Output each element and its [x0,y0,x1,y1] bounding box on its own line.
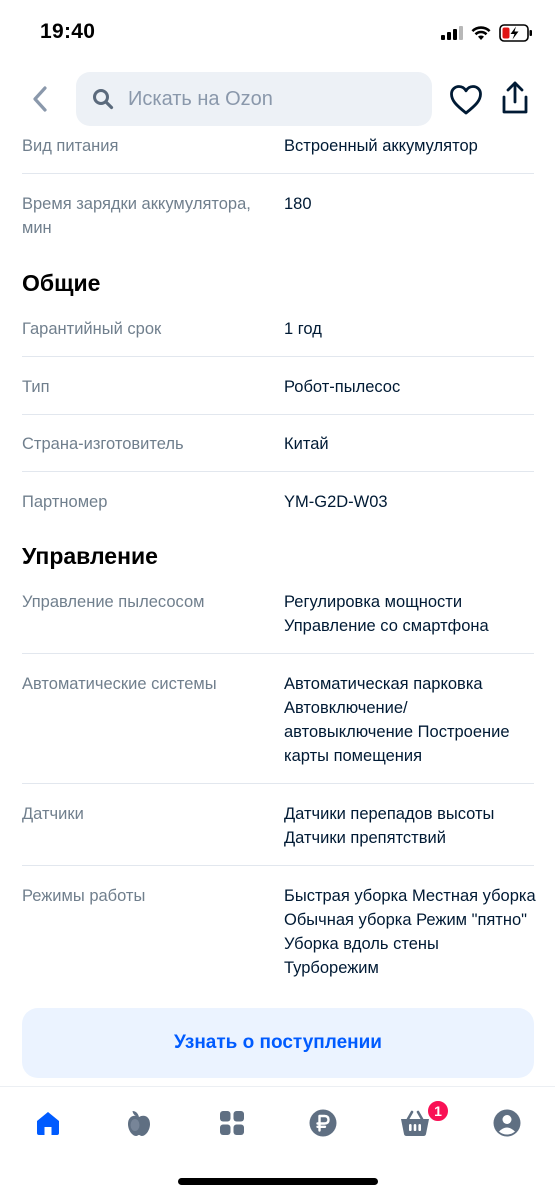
spec-row-charge-time: Время зарядки аккумулятора, мин 180 [22,192,534,252]
spec-value: Быстрая уборка Местная уборка Обычная уб… [284,887,536,977]
tab-fresh[interactable] [117,1101,161,1145]
catalog-grid-icon [220,1111,244,1135]
notify-arrival-button[interactable]: Узнать о поступлении [22,1008,534,1078]
battery-charging-icon [499,24,532,42]
profile-icon [493,1109,521,1137]
spec-label: Тип [22,378,50,396]
cart-badge: 1 [426,1099,450,1123]
tab-home[interactable] [26,1101,70,1145]
spec-row-vacuum-control: Управление пылесосом Регулировка мощност… [22,590,534,654]
status-icons [441,22,533,44]
section-title-control: Управление [22,543,158,569]
spec-value: 1 год [284,320,322,338]
search-placeholder: Искать на Ozon [128,87,273,110]
spec-value: 180 [284,195,312,213]
tab-catalog[interactable] [210,1101,254,1145]
tab-profile[interactable] [485,1101,529,1145]
spec-value: Автоматическая парковка Автовключение/ав… [284,675,510,765]
status-time: 19:40 [40,20,96,43]
spec-row-sensors: Датчики Датчики перепадов высоты Датчики… [22,802,534,866]
spec-value: Встроенный аккумулятор [284,137,478,155]
ruble-coin-icon [309,1109,337,1137]
status-bar: 19:40 [0,0,555,66]
spec-value: Регулировка мощности Управление со смарт… [284,593,489,635]
spec-value: YM-G2D-W03 [284,493,388,511]
home-icon [37,1112,59,1135]
spec-value: Робот-пылесос [284,378,401,396]
search-icon [93,89,114,110]
heart-icon [450,85,482,115]
spec-label: Вид питания [22,137,119,155]
spec-label: Гарантийный срок [22,320,162,338]
back-button[interactable] [24,82,56,116]
share-button[interactable] [500,80,534,118]
share-icon [502,81,528,114]
spec-label: Автоматические системы [22,675,217,693]
spec-label: Партномер [22,493,108,511]
spec-label: Время зарядки аккумулятора, мин [22,195,251,237]
spec-label: Страна-изготовитель [22,435,184,453]
specs-content: Вид питания Встроенный аккумулятор Время… [0,130,555,1080]
favorite-button[interactable] [449,84,483,116]
spec-row-part-number: Партномер YM-G2D-W03 [22,490,534,530]
spec-row-warranty: Гарантийный срок 1 год [22,317,534,357]
home-indicator [178,1178,378,1185]
wifi-icon [471,25,491,40]
section-title-general: Общие [22,270,101,296]
chevron-left-icon [33,86,47,112]
tab-finance[interactable] [301,1101,345,1145]
spec-label: Режимы работы [22,887,146,905]
notify-arrival-label: Узнать о поступлении [174,1032,382,1053]
search-input[interactable]: Искать на Ozon [76,72,432,126]
spec-value: Датчики перепадов высоты Датчики препятс… [284,805,495,847]
top-bar: Искать на Ozon [0,70,555,130]
spec-row-modes: Режимы работы Быстрая уборка Местная убо… [22,884,536,1004]
spec-value: Китай [284,435,329,453]
apple-icon [128,1111,150,1136]
spec-row-type: Тип Робот-пылесос [22,375,534,415]
spec-row-country: Страна-изготовитель Китай [22,432,534,472]
spec-row-auto-systems: Автоматические системы Автоматическая па… [22,672,534,784]
spec-label: Датчики [22,805,84,823]
cellular-signal-icon [441,26,463,40]
spec-label: Управление пылесосом [22,593,205,611]
spec-row-power-type: Вид питания Встроенный аккумулятор [22,134,534,174]
